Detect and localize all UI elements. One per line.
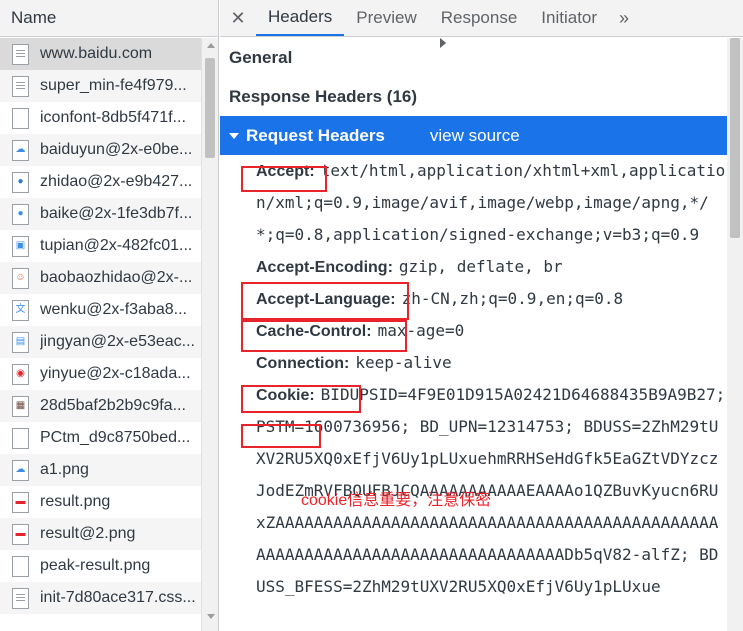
request-name: a1.png <box>40 461 89 478</box>
section-general-label: General <box>229 47 293 67</box>
tab-initiator[interactable]: Initiator <box>529 0 609 36</box>
zhidao-icon: ● <box>12 171 29 193</box>
header-value: zh-CN,zh;q=0.9,en;q=0.8 <box>401 289 624 308</box>
request-headers-list: Accept: text/html,application/xhtml+xml,a… <box>220 155 727 603</box>
view-source-link[interactable]: view source <box>430 126 520 146</box>
request-list-item[interactable]: iconfont-8db5f471f... <box>0 102 201 134</box>
doc-icon <box>12 587 29 609</box>
request-name: PCtm_d9c8750bed... <box>40 429 191 446</box>
request-name: zhidao@2x-e9b427... <box>40 173 193 190</box>
request-list-item[interactable]: ● baike@2x-1fe3db7f... <box>0 198 201 230</box>
scrollbar-thumb[interactable] <box>730 38 740 238</box>
request-list-panel: Name www.baidu.com super_min-fe4f979...ic… <box>0 0 219 631</box>
section-request-headers[interactable]: Request Headers view source <box>220 116 727 155</box>
tab-headers[interactable]: Headers <box>256 0 345 36</box>
request-details-panel: ✕ Headers Preview Response Initiator » G… <box>220 0 743 631</box>
request-list-item[interactable]: ● zhidao@2x-e9b427... <box>0 166 201 198</box>
highlight-box-accept <box>241 166 327 192</box>
highlight-box-accept-language <box>241 320 407 352</box>
headers-content: General Response Headers (16) Request He… <box>220 38 727 631</box>
tab-preview[interactable]: Preview <box>344 0 428 36</box>
scroll-up-arrow-icon[interactable] <box>207 43 215 48</box>
more-tabs-icon[interactable]: » <box>609 0 639 36</box>
request-name: baiduyun@2x-e0be... <box>40 141 193 158</box>
tab-response[interactable]: Response <box>429 0 530 36</box>
header-value: keep-alive <box>355 353 452 372</box>
request-name: result.png <box>40 493 111 510</box>
header-value: gzip, deflate, br <box>398 257 563 276</box>
blank-file-icon <box>12 555 29 577</box>
request-list-item[interactable]: ▬ result@2.png <box>0 518 201 550</box>
photo-icon: ▦ <box>12 395 29 417</box>
highlight-box-connection <box>241 385 361 413</box>
header-key: Accept-Encoding: <box>256 259 393 276</box>
tupian-icon: ▣ <box>12 235 29 257</box>
expanded-triangle-icon <box>229 132 239 139</box>
cloud-icon: ☁ <box>12 459 29 481</box>
request-name: yinyue@2x-c18ada... <box>40 365 191 382</box>
request-list-item[interactable]: ☺ baobaozhidao@2x-... <box>0 262 201 294</box>
request-list-item[interactable]: ▣ tupian@2x-482fc01... <box>0 230 201 262</box>
request-name: peak-result.png <box>40 557 151 574</box>
scrollbar-thumb[interactable] <box>205 58 215 158</box>
section-general[interactable]: General <box>220 38 727 77</box>
highlight-box-accept-encoding <box>241 282 409 320</box>
section-response-headers[interactable]: Response Headers (16) <box>220 38 727 116</box>
header-key: Connection: <box>256 355 350 372</box>
baiduyun-icon: ☁ <box>12 139 29 161</box>
request-list-item[interactable]: ◉ yinyue@2x-c18ada... <box>0 358 201 390</box>
request-list: www.baidu.com super_min-fe4f979...iconfon… <box>0 38 201 614</box>
request-list-item[interactable]: super_min-fe4f979... <box>0 70 201 102</box>
request-list-item[interactable]: ▦ 28d5baf2b2b9c9fa... <box>0 390 201 422</box>
request-list-item[interactable]: peak-result.png <box>0 550 201 582</box>
request-name: result@2.png <box>40 525 136 542</box>
wenku-icon: 文 <box>12 299 29 321</box>
yinyue-icon: ◉ <box>12 363 29 385</box>
request-list-scrollbar[interactable] <box>201 38 218 631</box>
request-name: jingyan@2x-e53eac... <box>40 333 195 350</box>
request-name: tupian@2x-482fc01... <box>40 237 193 254</box>
baike-icon: ● <box>12 203 29 225</box>
section-response-headers-label: Response Headers (16) <box>229 86 418 106</box>
baidu-logo-icon: ▬ <box>12 523 29 545</box>
request-name: baike@2x-1fe3db7f... <box>40 205 193 222</box>
request-list-item[interactable]: ▬ result.png <box>0 486 201 518</box>
request-list-item[interactable]: ▤ jingyan@2x-e53eac... <box>0 326 201 358</box>
request-list-item[interactable]: ☁ a1.png <box>0 454 201 486</box>
blank-file-icon <box>12 427 29 449</box>
close-icon[interactable]: ✕ <box>220 0 256 36</box>
name-column-header[interactable]: Name <box>0 0 218 37</box>
request-list-item[interactable]: ☁ baiduyun@2x-e0be... <box>0 134 201 166</box>
scroll-down-arrow-icon[interactable] <box>207 614 215 619</box>
highlight-box-cookie <box>241 424 321 448</box>
request-name: iconfont-8db5f471f... <box>40 109 186 126</box>
details-scrollbar[interactable] <box>727 38 743 631</box>
cookie-annotation: cookie信息重要，注意保密 <box>301 492 492 509</box>
doc-icon <box>12 75 29 97</box>
collapsed-triangle-icon <box>440 38 446 48</box>
request-list-item[interactable]: init-7d80ace317.css... <box>0 582 201 614</box>
section-request-headers-label: Request Headers <box>246 125 385 145</box>
blank-file-icon <box>12 107 29 129</box>
doc-icon <box>12 43 29 65</box>
baobao-icon: ☺ <box>12 267 29 289</box>
request-name: 28d5baf2b2b9c9fa... <box>40 397 186 414</box>
request-name: wenku@2x-f3aba8... <box>40 301 187 318</box>
request-name: baobaozhidao@2x-... <box>40 269 193 286</box>
request-name: super_min-fe4f979... <box>40 77 187 94</box>
request-list-item[interactable]: www.baidu.com <box>0 38 201 70</box>
jingyan-icon: ▤ <box>12 331 29 353</box>
request-list-item[interactable]: 文 wenku@2x-f3aba8... <box>0 294 201 326</box>
baidu-logo-icon: ▬ <box>12 491 29 513</box>
details-tabbar: ✕ Headers Preview Response Initiator » <box>220 0 743 37</box>
request-name: www.baidu.com <box>40 45 153 62</box>
request-header-row: Accept-Encoding: gzip, deflate, br <box>256 251 727 283</box>
request-list-item[interactable]: PCtm_d9c8750bed... <box>0 422 201 454</box>
request-name: init-7d80ace317.css... <box>40 589 196 606</box>
